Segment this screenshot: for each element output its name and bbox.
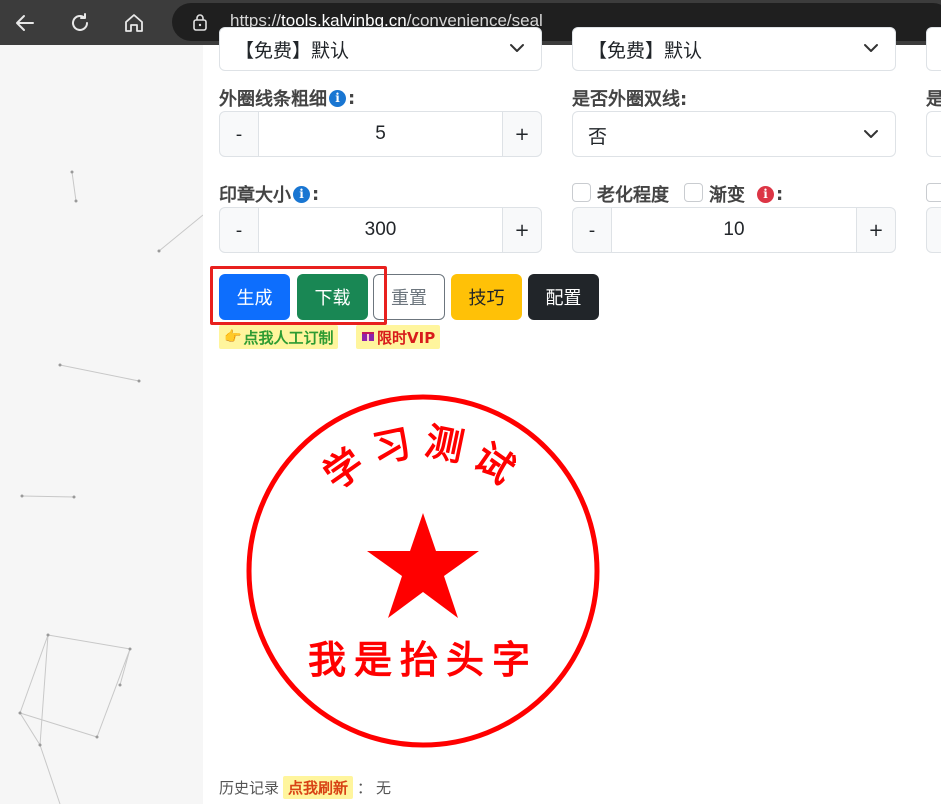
seal-size-label: 印章大小 i : [219,181,319,207]
aging-checkbox[interactable] [572,183,591,202]
outer-line-label: 外圈线条粗细 i : [219,85,355,111]
lock-icon [190,12,210,32]
template-select-left[interactable]: 【免费】默认 [219,27,542,71]
seal-image: 学习测试 我是抬头字 [246,394,600,748]
refresh-icon[interactable] [65,8,95,38]
vip-text: 限时VIP [377,328,436,347]
vip-link[interactable]: 限时VIP [356,325,441,349]
label-colon: : [348,87,356,109]
label-colon: : [776,183,784,205]
aging-label: 老化程度 [597,185,669,206]
seal-size-input[interactable]: 300 [258,207,503,253]
info-icon[interactable]: i [293,185,310,203]
third-col-label: 是 [926,89,941,110]
highlight-box [210,266,387,325]
template-select-mid[interactable]: 【免费】默认 [572,27,896,71]
gradient-checkbox[interactable] [684,183,703,202]
refresh-history-button[interactable]: 点我刷新 [283,776,354,799]
third-col-checkbox[interactable] [926,183,941,202]
decrement-button[interactable]: - [219,207,259,253]
increment-button[interactable]: + [502,207,542,253]
select-value: 【免费】默认 [235,40,350,62]
seal-size-stepper: - 300 + [219,207,542,253]
star-icon [367,513,479,618]
home-icon[interactable] [119,8,149,38]
select-value: 否 [588,126,608,148]
history-separator: ： [357,779,373,797]
seal-top-text: 学习测试 [315,418,531,498]
outer-line-label-text: 外圈线条粗细 [219,89,327,110]
config-button[interactable]: 配置 [528,274,599,320]
history-value: 无 [376,779,392,797]
outer-line-stepper: - 5 + [219,111,542,157]
gift-icon [361,328,375,346]
chevron-down-icon [510,44,524,52]
history-label: 历史记录 [219,779,280,797]
gradient-label: 渐变 i : [709,181,783,207]
double-line-label: 是否外圈双线: [572,89,688,110]
template-select-right[interactable] [926,27,941,71]
history-row: 历史记录 点我刷新 ： 无 [219,776,391,799]
aging-input[interactable]: 10 [611,207,857,253]
pointing-hand-icon: 👉 [224,329,242,345]
back-icon[interactable] [10,8,40,38]
tips-button[interactable]: 技巧 [451,274,522,320]
decrement-button[interactable]: - [572,207,612,253]
custom-order-link[interactable]: 👉 点我人工订制 [219,325,339,349]
third-col-select[interactable] [926,111,941,157]
double-line-select[interactable]: 否 [572,111,896,157]
decrement-button[interactable]: - [219,111,259,157]
seal-bottom-text: 我是抬头字 [308,637,538,682]
info-icon[interactable]: i [757,185,774,203]
chevron-down-icon [864,44,878,52]
label-colon: : [312,183,320,205]
select-value: 【免费】默认 [588,40,703,62]
third-col-stepper-part[interactable] [926,207,941,253]
outer-line-input[interactable]: 5 [258,111,503,157]
left-decorative-panel [0,45,203,804]
chevron-down-icon [864,130,878,138]
increment-button[interactable]: + [502,111,542,157]
increment-button[interactable]: + [856,207,896,253]
gradient-label-text: 渐变 [709,185,745,206]
aging-stepper: - 10 + [572,207,896,253]
seal-size-label-text: 印章大小 [219,185,291,206]
custom-order-text: 点我人工订制 [243,328,334,347]
info-icon[interactable]: i [329,89,346,107]
